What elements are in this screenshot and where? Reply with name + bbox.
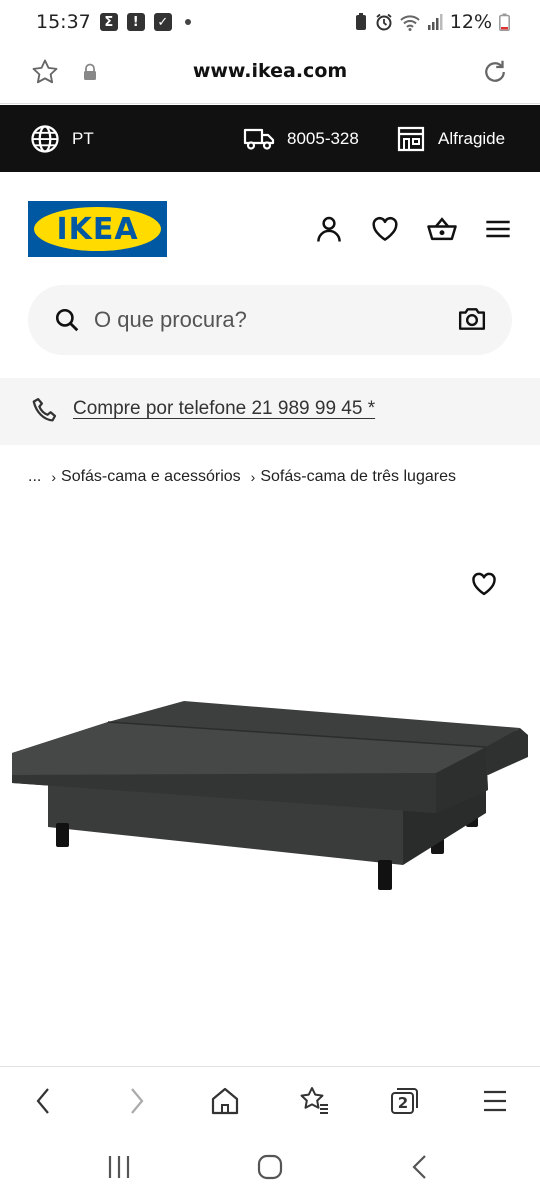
alarm-icon [376,13,392,31]
utility-bar: PT 8005-328 Alfragide [0,105,540,172]
chevron-right-icon: › [250,469,256,485]
breadcrumb-ellipsis[interactable]: ... [28,468,41,486]
menu-icon[interactable] [484,214,512,244]
search-input[interactable] [94,299,434,341]
status-bar: 15:37 Σ ! ✓ 12% [0,0,540,44]
store-icon [397,126,425,151]
url-divider [0,103,540,104]
battery-percent: 12% [449,11,492,33]
language-label: PT [72,128,94,148]
site-header: IKEA [0,172,540,282]
home-icon[interactable] [210,1085,240,1117]
forward-icon[interactable] [124,1085,148,1117]
search-bar[interactable] [28,285,512,355]
globe-icon [31,124,59,153]
check-notification-icon: ✓ [153,13,172,31]
search-icon[interactable] [54,307,80,333]
logo-text: IKEA [34,207,161,251]
url-text[interactable]: www.ikea.com [0,60,540,82]
phone-order-banner: Compre por telefone 21 989 99 45 * [0,378,540,445]
wifi-icon [400,15,420,31]
store-label: Alfragide [438,128,506,148]
heart-icon[interactable] [370,214,400,244]
alert-notification-icon: ! [126,13,145,31]
sofa-bed-image [12,701,528,890]
system-nav-bar [0,1136,540,1200]
delivery-phone[interactable]: 8005-328 [243,105,359,172]
home-button-icon[interactable] [256,1153,284,1181]
language-selector[interactable]: PT [30,105,94,172]
tabs-button[interactable]: 2 [390,1086,420,1116]
product-image-area [0,520,540,1065]
system-back-icon[interactable] [408,1153,432,1181]
breadcrumb-item-tres-lugares[interactable]: Sofás-cama de três lugares [260,468,456,486]
battery-saver-icon [355,13,366,30]
chevron-right-icon: › [51,469,57,485]
reload-icon[interactable] [480,57,510,87]
user-icon[interactable] [314,214,344,244]
phone-label: 8005-328 [287,128,359,148]
signal-icon [427,14,443,30]
add-to-favourites-icon[interactable] [470,570,498,598]
browser-menu-icon[interactable] [482,1085,508,1117]
back-icon[interactable] [32,1085,56,1117]
phone-order-link[interactable]: Compre por telefone 21 989 99 45 * [73,398,375,420]
ikea-logo[interactable]: IKEA [28,201,167,257]
store-selector[interactable]: Alfragide [396,105,505,172]
tabs-count: 2 [397,1094,409,1112]
status-time: 15:37 [36,11,91,33]
camera-search-icon[interactable] [458,306,486,332]
shopping-basket-icon[interactable] [426,214,458,244]
more-notifications-icon [184,19,191,25]
browser-bottom-nav: 2 [0,1066,540,1136]
phone-icon [32,398,57,422]
sigma-notification-icon: Σ [99,13,118,31]
delivery-truck-icon [243,128,275,150]
breadcrumb-item-sofas-cama[interactable]: Sofás-cama e acessórios [61,468,241,486]
battery-icon [499,13,510,31]
recent-apps-icon[interactable] [106,1153,132,1181]
bookmarks-icon[interactable] [298,1085,330,1117]
breadcrumb: ... › Sofás-cama e acessórios › Sofás-ca… [28,468,456,486]
browser-url-bar: www.ikea.com [0,44,540,104]
